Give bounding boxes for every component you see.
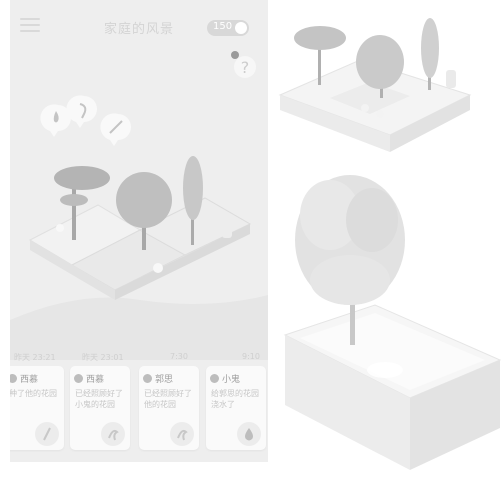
cypress-tree-icon: [421, 18, 439, 90]
isometric-garden-preview: [278, 18, 472, 152]
leafy-tree-icon: [295, 175, 405, 305]
figure-icon: [376, 110, 384, 118]
planter-box-illustration: [283, 175, 502, 470]
figure-icon: [361, 104, 369, 112]
illustration-panel: [278, 18, 502, 470]
stone-icon: [446, 70, 456, 88]
